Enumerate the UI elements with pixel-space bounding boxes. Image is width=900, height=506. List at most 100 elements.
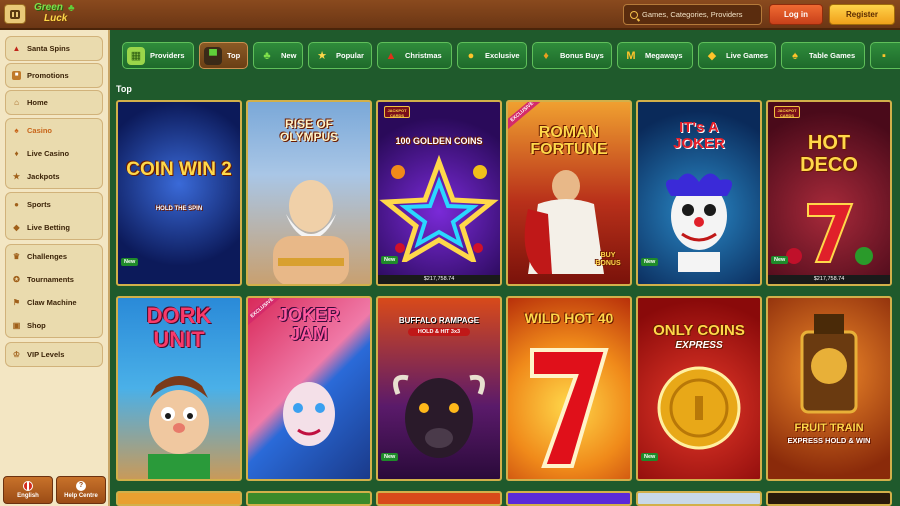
tab-megaways[interactable]: M Megaways — [617, 42, 693, 69]
new-badge: New — [641, 258, 659, 266]
ball-icon: ● — [14, 200, 19, 209]
tab-popular[interactable]: ★ Popular — [308, 42, 372, 69]
tab-label: Bonus Buys — [560, 51, 604, 60]
sidebar-group: ▲ Santa Spins — [5, 36, 103, 61]
game-title: WILD HOT 40 — [524, 310, 614, 326]
game-tile-coin-win-2[interactable]: COIN WIN 2 HOLD THE SPIN New — [116, 100, 242, 286]
game-subtitle: EXPRESS — [675, 340, 723, 351]
live-games-icon: ◆ — [707, 49, 717, 62]
bonus-bag-icon: ♦ — [543, 49, 549, 62]
claw-icon: ⚑ — [12, 298, 21, 307]
game-tile-row3-5[interactable] — [636, 491, 762, 506]
sidebar-item-live-casino[interactable]: ♦ Live Casino — [6, 142, 102, 165]
game-tile-joker-jam[interactable]: EXCLUSIVE JOKER JAM — [246, 296, 372, 481]
sidebar-item-vip-levels[interactable]: ♔ VIP Levels — [6, 343, 102, 366]
game-tile-roman-fortune[interactable]: EXCLUSIVE ROMAN FORTUNE BUY BONUS — [506, 100, 632, 286]
sidebar-item-label: VIP Levels — [27, 350, 65, 359]
tab-live-games[interactable]: ◆ Live Games — [698, 42, 776, 69]
language-label: English — [17, 493, 39, 499]
sidebar-item-label: Casino — [27, 126, 53, 135]
help-centre-button[interactable]: ? Help Centre — [56, 476, 106, 504]
tab-top[interactable]: ▀ Top — [199, 42, 248, 69]
jackpot-icon: ★ — [12, 172, 21, 181]
sidebar-group: ♠ Casino ♦ Live Casino ★ Jackpots — [5, 118, 103, 189]
tab-christmas[interactable]: ▲ Christmas — [377, 42, 452, 69]
zeus-illustration — [273, 180, 349, 284]
game-tile-row3-4[interactable] — [506, 491, 632, 506]
trophy-icon: ♛ — [12, 252, 21, 261]
game-tile-buffalo-rampage[interactable]: BUFFALO RAMPAGE HOLD & HIT 3x3 New — [376, 296, 502, 481]
game-tile-rise-of-olympus[interactable]: RISE OF OLYMPUS — [246, 100, 372, 286]
sidebar-item-label: Live Betting — [27, 223, 70, 232]
game-title: DORK UNIT — [146, 303, 212, 352]
sidebar-item-promotions[interactable]: ■ Promotions — [6, 64, 102, 87]
sidebar-item-label: Promotions — [27, 71, 69, 80]
sidebar-item-santa-spins[interactable]: ▲ Santa Spins — [6, 37, 102, 60]
tab-bonus-buys[interactable]: ♦ Bonus Buys — [532, 42, 612, 69]
cards-icon: ♠ — [14, 126, 19, 135]
section-title: Top — [116, 84, 132, 94]
game-tile-dork-unit[interactable]: DORK UNIT — [116, 296, 242, 481]
game-tile-fruit-train[interactable]: FRUIT TRAIN EXPRESS HOLD & WIN — [766, 296, 892, 481]
sidebar: ▲ Santa Spins ■ Promotions ⌂ Home ♠ Casino ♦… — [0, 30, 110, 506]
game-subtitle: EXPRESS HOLD & WIN — [787, 436, 871, 445]
tab-exclusive[interactable]: ● Exclusive — [457, 42, 527, 69]
star-icon: ★ — [317, 49, 327, 62]
canada-flag-icon — [23, 481, 33, 491]
tab-label: Megaways — [645, 51, 683, 60]
login-button[interactable]: Log in — [769, 4, 823, 25]
sidebar-item-home[interactable]: ⌂ Home — [6, 91, 102, 114]
game-tile-its-a-joker[interactable]: IT's A JOKER New — [636, 100, 762, 286]
game-tile-wild-hot-40[interactable]: WILD HOT 40 — [506, 296, 632, 481]
sidebar-item-label: Shop — [27, 321, 46, 330]
tab-more[interactable]: ▪ — [870, 42, 900, 69]
more-category-icon: ▪ — [882, 49, 886, 62]
sidebar-item-claw-machine[interactable]: ⚑ Claw Machine — [6, 291, 102, 314]
sidebar-item-label: Claw Machine — [27, 298, 77, 307]
game-tile-hot-deco[interactable]: JACKPOT CARDS HOT DECO New $217,758.74 — [766, 100, 892, 286]
game-tile-row3-6[interactable] — [766, 491, 892, 506]
game-subtitle: HOLD THE SPIN — [155, 206, 203, 212]
new-badge: New — [381, 453, 399, 461]
game-title: RISE OF OLYMPUS — [279, 117, 339, 144]
jackpot-cards-logo: JACKPOT CARDS — [774, 106, 800, 118]
tab-new[interactable]: ♣ New — [253, 42, 303, 69]
game-tile-row3-1[interactable] — [116, 491, 242, 506]
jackpot-cards-logo: JACKPOT CARDS — [384, 106, 410, 118]
game-title: ONLY COINS — [653, 322, 745, 339]
sidebar-item-live-betting[interactable]: ◆ Live Betting — [6, 216, 102, 239]
sidebar-item-shop[interactable]: ▣ Shop — [6, 314, 102, 337]
sidebar-item-label: Jackpots — [27, 172, 60, 181]
buy-bonus-label: BUY BONUS — [595, 252, 621, 267]
sidebar-item-jackpots[interactable]: ★ Jackpots — [6, 165, 102, 188]
sidebar-item-label: Live Casino — [27, 149, 70, 158]
sidebar-item-tournaments[interactable]: ✪ Tournaments — [6, 268, 102, 291]
sidebar-item-challenges[interactable]: ♛ Challenges — [6, 245, 102, 268]
game-title: JOKER JAM — [277, 305, 340, 344]
register-button[interactable]: Register — [829, 4, 895, 25]
tab-providers[interactable]: ▦ Providers — [122, 42, 194, 69]
search-input[interactable]: Games, Categories, Providers — [623, 4, 762, 25]
sidebar-item-sports[interactable]: ● Sports — [6, 193, 102, 216]
new-badge: New — [771, 256, 789, 264]
tab-table-games[interactable]: ♠ Table Games — [781, 42, 865, 69]
gift-icon: ■ — [12, 71, 21, 80]
menu-icon — [10, 9, 20, 19]
language-button[interactable]: English — [3, 476, 53, 504]
sidebar-item-casino[interactable]: ♠ Casino — [6, 119, 102, 142]
game-tile-row3-3[interactable] — [376, 491, 502, 506]
game-tile-row3-2[interactable] — [246, 491, 372, 506]
game-title: FRUIT TRAIN — [794, 422, 864, 434]
medal-icon: ✪ — [13, 275, 20, 284]
sidebar-toggle-button[interactable] — [4, 4, 26, 24]
tab-label: New — [281, 51, 297, 60]
game-tile-100-golden-coins[interactable]: JACKPOT CARDS 100 GOLDEN COINS New $217,… — [376, 100, 502, 286]
game-tile-only-coins-express[interactable]: ONLY COINS EXPRESS New — [636, 296, 762, 481]
tab-label: Providers — [150, 51, 185, 60]
site-logo[interactable]: Green ♣ Luck — [34, 2, 80, 26]
game-subtitle: HOLD & HIT 3x3 — [408, 328, 470, 336]
top-header: Green ♣ Luck Games, Categories, Provider… — [0, 0, 900, 30]
red-seven-illustration — [530, 348, 609, 468]
seven-illustration — [786, 203, 873, 265]
sidebar-item-label: Tournaments — [27, 275, 74, 284]
